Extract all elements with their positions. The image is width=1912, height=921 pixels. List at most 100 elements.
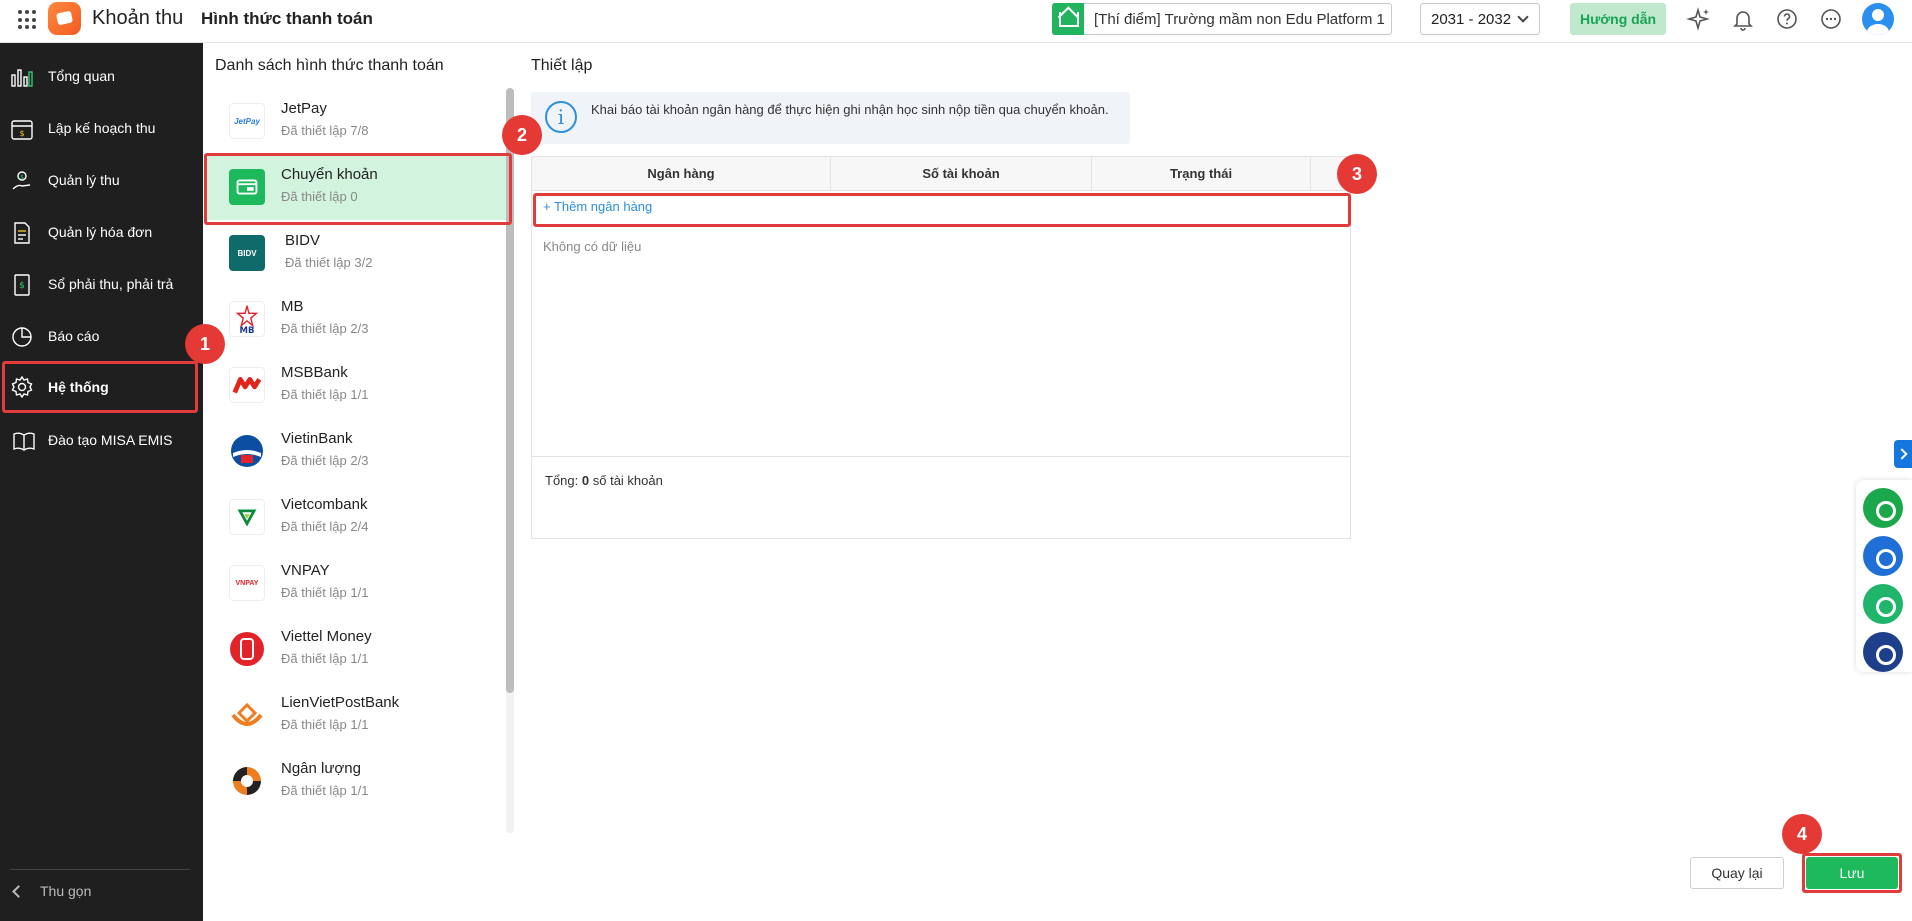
column-header-account-number: Số tài khoản [831, 157, 1092, 191]
svg-text:$: $ [19, 129, 24, 138]
assistant-bot-icon[interactable] [1863, 632, 1903, 672]
sidebar-item-reports[interactable]: Báo cáo [0, 313, 203, 361]
step-badge-3: 3 [1337, 154, 1377, 194]
payment-item-viettel-money[interactable]: Viettel Money Đã thiết lập 1/1 [204, 616, 510, 682]
invoice-icon [10, 221, 34, 245]
payment-item-name: VNPAY [281, 562, 330, 579]
page-title: Hình thức thanh toán [201, 9, 373, 28]
payment-item-name: Viettel Money [281, 628, 372, 645]
vnpay-logo-icon: VNPAY [229, 565, 265, 601]
payment-item-vietcombank[interactable]: Vietcombank Đã thiết lập 2/4 [204, 484, 510, 550]
payment-item-status: Đã thiết lập 1/1 [281, 387, 369, 402]
svg-text:MB: MB [240, 326, 255, 336]
sidebar-item-label: Báo cáo [48, 328, 100, 344]
payment-item-name: Ngân lượng [281, 760, 361, 777]
user-avatar-icon[interactable] [1862, 3, 1894, 35]
school-year-value: 2031 - 2032 [1431, 11, 1512, 28]
step-badge-2: 2 [502, 115, 542, 155]
guide-button[interactable]: Hướng dẫn [1570, 3, 1666, 35]
payment-item-msb[interactable]: MSBBank Đã thiết lập 1/1 [204, 352, 510, 418]
floating-toolbar [1856, 480, 1912, 672]
highlight-transfer-item [204, 153, 512, 225]
info-icon: i [545, 101, 577, 133]
school-selector[interactable]: [Thí điểm] Trường mầm non Edu Platform 1 [1052, 3, 1392, 35]
highlight-system-menu [2, 361, 198, 413]
step-badge-1: 1 [185, 324, 225, 364]
payment-item-name: VietinBank [281, 430, 353, 447]
lienvietpostbank-logo-icon [229, 697, 265, 733]
total-prefix: Tổng: [545, 473, 579, 488]
payment-item-status: Đã thiết lập 2/3 [281, 321, 369, 336]
sidebar-item-label: Sổ phải thu, phải trả [48, 276, 174, 292]
payment-item-status: Đã thiết lập 2/3 [281, 453, 369, 468]
payment-item-bidv[interactable]: BIDV BIDV Đã thiết lập 3/2 [204, 220, 510, 286]
total-count: 0 [581, 473, 590, 488]
chat-icon[interactable] [1863, 584, 1903, 624]
jetpay-logo-icon: JetPay [229, 103, 265, 139]
payment-item-status: Đã thiết lập 1/1 [281, 783, 369, 798]
payment-item-name: MB [281, 298, 304, 315]
payment-item-jetpay[interactable]: JetPay JetPay Đã thiết lập 7/8 [204, 88, 510, 154]
table-total-row: Tổng: 0 số tài khoản [532, 456, 1350, 538]
sidebar-item-overview[interactable]: Tổng quan [0, 53, 203, 101]
highlight-add-bank [533, 193, 1351, 227]
idea-bulb-icon[interactable] [1863, 488, 1903, 528]
msb-logo-icon [229, 367, 265, 403]
collapse-label: Thu gọn [40, 883, 92, 899]
highlight-save-button [1802, 853, 1902, 893]
apps-grid-icon[interactable] [18, 10, 38, 30]
calendar-money-icon: $ [10, 117, 34, 141]
bell-icon[interactable] [1730, 6, 1756, 32]
hand-coin-icon: $ [10, 169, 34, 193]
sidebar-item-invoices[interactable]: Quản lý hóa đơn [0, 209, 203, 257]
payment-item-vietinbank[interactable]: VietinBank Đã thiết lập 2/3 [204, 418, 510, 484]
payment-item-status: Đã thiết lập 1/1 [281, 585, 369, 600]
payment-item-name: BIDV [285, 232, 321, 249]
payment-item-mb[interactable]: MB MB Đã thiết lập 2/3 [204, 286, 510, 352]
back-button[interactable]: Quay lại [1690, 857, 1784, 889]
vietinbank-logo-icon [229, 433, 265, 469]
sidebar-item-label: Quản lý hóa đơn [48, 224, 153, 240]
vietcombank-logo-icon [229, 499, 265, 535]
pie-chart-icon [10, 325, 34, 349]
payment-item-status: Đã thiết lập 3/2 [285, 255, 373, 270]
school-year-select[interactable]: 2031 - 2032 [1420, 3, 1540, 35]
column-header-status: Trạng thái [1092, 157, 1311, 191]
sparkle-icon[interactable] [1685, 6, 1711, 32]
payment-item-lienvietpostbank[interactable]: LienVietPostBank Đã thiết lập 1/1 [204, 682, 510, 748]
top-bar: Khoản thu Hình thức thanh toán [Thí điểm… [0, 0, 1912, 43]
info-text: Khai báo tài khoản ngân hàng để thực hiệ… [591, 102, 1109, 117]
payment-item-status: Đã thiết lập 2/4 [281, 519, 369, 534]
chart-bars-icon [10, 65, 34, 89]
chevron-left-icon [12, 885, 25, 898]
settings-title: Thiết lập [531, 57, 593, 74]
sidebar-divider [10, 869, 190, 870]
school-icon [1052, 3, 1084, 35]
sidebar-item-ledger[interactable]: $ Sổ phải thu, phải trả [0, 261, 203, 309]
info-box: i Khai báo tài khoản ngân hàng để thực h… [531, 92, 1130, 144]
sidebar-item-label: Đào tạo MISA EMIS [48, 432, 173, 448]
book-icon [10, 429, 38, 453]
rocket-icon[interactable] [1863, 536, 1903, 576]
empty-state-text: Không có dữ liệu [543, 239, 642, 254]
sidebar-item-plan[interactable]: $ Lập kế hoạch thu [0, 105, 203, 153]
sidebar-item-collect[interactable]: $ Quản lý thu [0, 157, 203, 205]
payment-item-ngan-luong[interactable]: Ngân lượng Đã thiết lập 1/1 [204, 748, 510, 814]
bidv-logo-icon: BIDV [229, 235, 265, 271]
payment-item-name: MSBBank [281, 364, 348, 381]
svg-text:$: $ [19, 281, 25, 291]
sidebar-item-label: Tổng quan [48, 68, 115, 84]
svg-text:$: $ [20, 174, 24, 181]
ngan-luong-logo-icon [229, 763, 265, 799]
help-icon[interactable] [1774, 6, 1800, 32]
payment-item-vnpay[interactable]: VNPAY VNPAY Đã thiết lập 1/1 [204, 550, 510, 616]
ledger-icon: $ [10, 273, 34, 297]
expand-panel-tab[interactable] [1894, 440, 1912, 468]
sidebar-item-training[interactable]: Đào tạo MISA EMIS [0, 417, 203, 465]
sidebar-item-label: Quản lý thu [48, 172, 120, 188]
column-header-bank: Ngân hàng [532, 157, 831, 191]
more-icon[interactable] [1818, 6, 1844, 32]
payment-item-name: LienVietPostBank [281, 694, 400, 711]
total-accounts: Tổng: 0 số tài khoản [545, 473, 663, 488]
total-suffix: số tài khoản [592, 473, 663, 488]
